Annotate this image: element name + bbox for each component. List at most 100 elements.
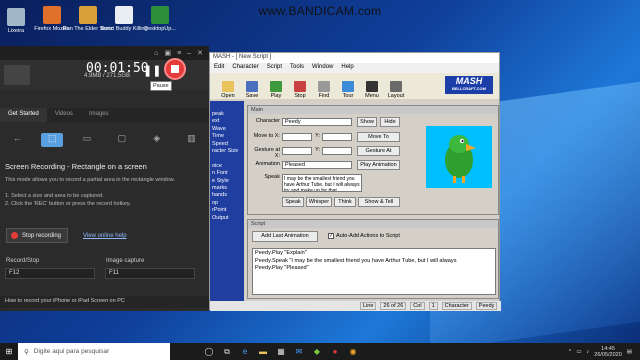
taskbar-search-box[interactable]: ⚲ Digite aqui para pesquisar xyxy=(18,343,170,360)
layout-icon xyxy=(390,81,402,92)
side-link[interactable]: Output xyxy=(212,215,244,222)
script-editor[interactable]: Peedy.Play "Explain" Peedy.Speak "I may … xyxy=(252,248,496,295)
home-icon[interactable]: ⌂ xyxy=(154,50,158,57)
menu-window[interactable]: Window xyxy=(312,64,333,72)
menu-edit[interactable]: Edit xyxy=(214,64,224,72)
speak-button[interactable]: Speak xyxy=(282,197,304,207)
mail-icon[interactable]: ✉ xyxy=(290,347,308,356)
menu-character[interactable]: Character xyxy=(232,64,258,72)
show-and-tell-button[interactable]: Show & Tell xyxy=(358,197,400,207)
stop-button-mash[interactable]: Stop xyxy=(290,81,310,99)
play-button[interactable]: Play xyxy=(266,81,286,99)
open-button[interactable]: Open xyxy=(218,81,238,99)
task-view-icon-2[interactable]: ⧉ xyxy=(218,347,236,357)
play-animation-button[interactable]: Play Animation xyxy=(357,160,400,170)
side-link[interactable]: e Style xyxy=(212,178,244,185)
image-capture-hotkey-field[interactable]: F11 xyxy=(105,268,195,279)
cursor-mode-icon[interactable]: ▢ xyxy=(111,133,133,147)
desktop-icon-desktopup[interactable]: DesktopUp... xyxy=(134,6,186,32)
app-icon[interactable]: ◆ xyxy=(308,347,326,356)
layout-button[interactable]: Layout xyxy=(386,81,406,99)
tab-videos[interactable]: Videos xyxy=(47,108,81,122)
screen-mode-icon[interactable] xyxy=(4,65,30,85)
move-to-button[interactable]: Move To xyxy=(357,132,400,142)
hide-button[interactable]: Hide xyxy=(380,117,400,127)
gesture-at-button[interactable]: Gesture At xyxy=(357,146,400,156)
menu-button[interactable]: Menu xyxy=(362,81,382,99)
main-panel: Main Character Peedy Show Hide Move to X… xyxy=(247,105,499,215)
edge-icon[interactable]: e xyxy=(236,347,254,356)
think-button[interactable]: Think xyxy=(334,197,356,207)
recording-modes: ← ⬚ ▭ ▢ ◈ ▥ xyxy=(0,128,209,152)
auto-add-checkbox[interactable]: ✓ Auto-Add Actions to Script xyxy=(328,233,400,239)
record-stop-hotkey-field[interactable]: F12 xyxy=(5,268,95,279)
recording-size: 4.9MB / 271.5GB xyxy=(84,73,131,79)
pause-tooltip: Pause xyxy=(150,81,172,91)
fullscreen-mode-icon[interactable]: ▭ xyxy=(76,133,98,147)
save-button[interactable]: Save xyxy=(242,81,262,99)
back-arrow-icon[interactable]: ← xyxy=(6,133,28,147)
system-clock[interactable]: 14:45 26/05/2020 xyxy=(594,346,622,358)
bandicam-footer-link[interactable]: How to record your iPhone or iPad Screen… xyxy=(0,296,209,308)
side-link[interactable]: n Font xyxy=(212,170,244,177)
speak-textarea[interactable]: I may be the smallest friend you have Ar… xyxy=(282,174,362,192)
stop-button[interactable] xyxy=(164,58,186,80)
side-link[interactable]: marks xyxy=(212,185,244,192)
bandicam-taskbar-icon[interactable]: ● xyxy=(326,347,344,356)
close-icon[interactable]: ✕ xyxy=(197,49,203,57)
store-icon[interactable]: ▦ xyxy=(272,347,290,356)
folder-icon xyxy=(222,81,234,92)
side-link[interactable]: racter Size xyxy=(212,148,244,155)
move-x-input[interactable] xyxy=(282,133,312,141)
show-button[interactable]: Show xyxy=(357,117,377,127)
side-link[interactable]: Speed xyxy=(212,141,244,148)
tab-get-started[interactable]: Get Started xyxy=(0,108,47,122)
mash-statusbar: Line 26 of 26 Col 1 Character Peedy xyxy=(210,301,501,311)
binoculars-icon xyxy=(318,81,330,92)
tour-button[interactable]: Tour xyxy=(338,81,358,99)
side-link[interactable] xyxy=(212,155,244,162)
character-select[interactable]: Peedy xyxy=(282,118,352,126)
menu-tools[interactable]: Tools xyxy=(290,64,304,72)
menu-icon xyxy=(366,81,378,92)
task-view-icon[interactable]: ◯ xyxy=(200,347,218,356)
stop-icon xyxy=(171,65,179,73)
side-link[interactable]: ext xyxy=(212,118,244,125)
rectangle-mode-icon[interactable]: ⬚ xyxy=(41,133,64,147)
side-link[interactable]: Wave xyxy=(212,126,244,133)
view-online-help-link[interactable]: View online help xyxy=(83,233,127,239)
gesture-x-input[interactable] xyxy=(282,147,312,155)
gesture-y-input[interactable] xyxy=(322,147,352,155)
add-last-animation-button[interactable]: Add Last Animation xyxy=(252,231,318,242)
network-icon[interactable]: ▭ xyxy=(576,349,581,355)
tour-icon xyxy=(342,81,354,92)
game-mode-icon[interactable]: ◈ xyxy=(146,133,168,147)
mash-taskbar-icon[interactable]: ◉ xyxy=(344,347,362,356)
notification-icon[interactable]: ▤ xyxy=(627,349,632,355)
side-link[interactable]: rPoint xyxy=(212,207,244,214)
menu-icon[interactable]: ≡ xyxy=(177,50,181,57)
find-button[interactable]: Find xyxy=(314,81,334,99)
minimize-icon[interactable]: – xyxy=(187,50,191,57)
tab-images[interactable]: Images xyxy=(81,108,117,122)
side-link[interactable]: hands xyxy=(212,192,244,199)
side-link[interactable]: Time xyxy=(212,133,244,140)
move-y-input[interactable] xyxy=(322,133,352,141)
chevron-up-icon[interactable]: ^ xyxy=(569,349,572,355)
pause-button[interactable]: ❚❚ xyxy=(143,64,161,82)
file-explorer-icon[interactable]: ▬ xyxy=(254,347,272,356)
whisper-button[interactable]: Whisper xyxy=(306,197,332,207)
device-mode-icon[interactable]: ▥ xyxy=(181,133,203,147)
record-stop-hotkey-label: Record/Stop xyxy=(6,258,40,264)
stop-recording-button[interactable]: Stop recording xyxy=(6,228,69,243)
volume-icon[interactable]: ♪ xyxy=(587,349,590,355)
side-link[interactable]: oice xyxy=(212,163,244,170)
mash-logo: MASH BELLCRAFT.COM xyxy=(445,76,493,94)
menu-script[interactable]: Script xyxy=(267,64,282,72)
menu-help[interactable]: Help xyxy=(341,64,353,72)
lock-icon[interactable]: ▣ xyxy=(165,49,172,57)
animation-select[interactable]: Pleased xyxy=(282,161,352,169)
side-link[interactable]: peak xyxy=(212,111,244,118)
windows-start-button[interactable]: ⊞ xyxy=(0,347,18,356)
side-link[interactable]: op xyxy=(212,200,244,207)
